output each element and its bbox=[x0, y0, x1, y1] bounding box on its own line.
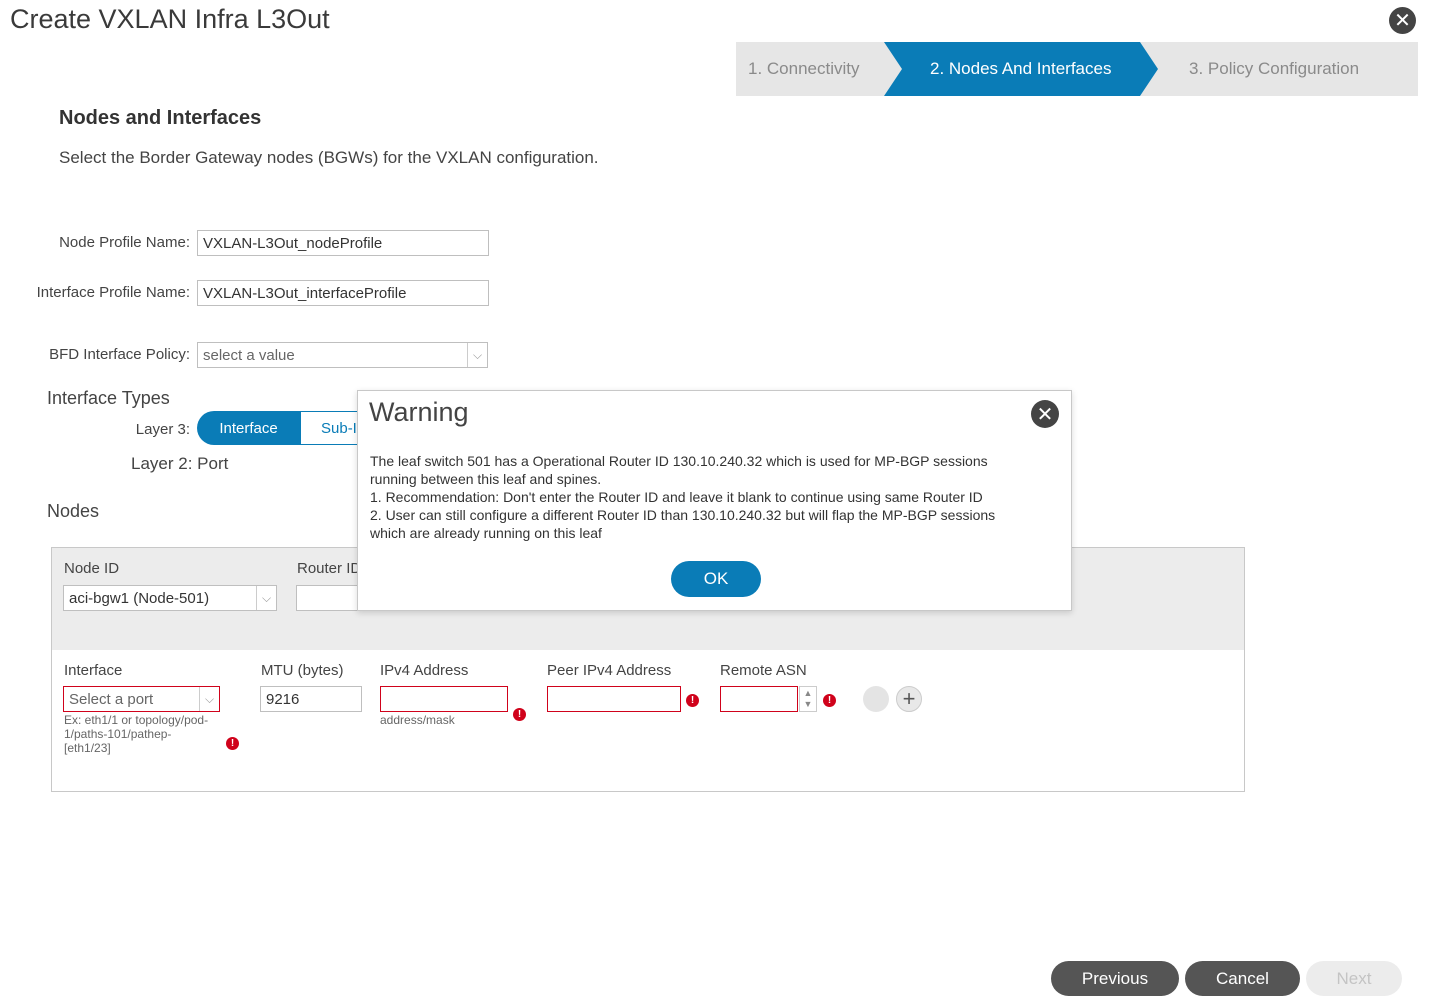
cancel-button[interactable]: Cancel bbox=[1185, 961, 1300, 996]
remote-asn-label: Remote ASN bbox=[720, 662, 807, 679]
error-icon: ! bbox=[513, 708, 526, 721]
interface-hint-line: Ex: eth1/1 or topology/pod- bbox=[64, 713, 209, 727]
warning-title: Warning bbox=[369, 397, 469, 427]
interface-hint-line: 1/paths-101/pathep- bbox=[64, 727, 172, 741]
mtu-input[interactable]: 9216 bbox=[260, 686, 362, 712]
wizard-step-nodes-and-interfaces[interactable]: 2. Nodes And Interfaces bbox=[884, 42, 1158, 96]
section-description: Select the Border Gateway nodes (BGWs) f… bbox=[59, 148, 599, 167]
bfd-policy-label: BFD Interface Policy: bbox=[49, 346, 190, 363]
router-id-input[interactable] bbox=[296, 585, 366, 611]
warning-line: which are already running on this leaf bbox=[370, 525, 602, 541]
warning-message: The leaf switch 501 has a Operational Ro… bbox=[370, 452, 1060, 542]
dialog-title: Create VXLAN Infra L3Out bbox=[10, 4, 330, 34]
mtu-label: MTU (bytes) bbox=[261, 662, 344, 679]
chevron-down-icon[interactable]: ▼ bbox=[804, 699, 813, 710]
chevron-down-icon: ⌵ bbox=[256, 586, 276, 610]
interface-types-title: Interface Types bbox=[47, 388, 170, 408]
nodes-title: Nodes bbox=[47, 501, 100, 521]
warning-line: 1. Recommendation: Don't enter the Route… bbox=[370, 489, 983, 505]
error-icon: ! bbox=[226, 737, 239, 750]
router-id-label: Router ID bbox=[297, 560, 362, 577]
interface-profile-label: Interface Profile Name: bbox=[36, 284, 190, 301]
mtu-value: 9216 bbox=[266, 690, 300, 708]
chevron-down-icon: ⌵ bbox=[199, 687, 219, 711]
node-profile-label: Node Profile Name: bbox=[59, 234, 190, 251]
add-row-icon[interactable]: + bbox=[896, 686, 922, 712]
wizard-steps: 1. Connectivity 2. Nodes And Interfaces … bbox=[736, 42, 1418, 96]
warning-line: running between this leaf and spines. bbox=[370, 471, 602, 487]
peer-ipv4-label: Peer IPv4 Address bbox=[547, 662, 672, 679]
previous-button[interactable]: Previous bbox=[1051, 961, 1179, 996]
asn-stepper[interactable]: ▲ ▼ bbox=[799, 686, 817, 712]
interface-hint-line: [eth1/23] bbox=[64, 741, 111, 755]
wizard-step-policy-configuration[interactable]: 3. Policy Configuration bbox=[1189, 42, 1359, 96]
bfd-policy-select[interactable]: select a value ⌵ bbox=[197, 342, 488, 368]
remote-asn-input[interactable] bbox=[720, 686, 798, 712]
bfd-policy-value: select a value bbox=[203, 346, 295, 364]
node-profile-value: VXLAN-L3Out_nodeProfile bbox=[203, 234, 383, 252]
warning-line: The leaf switch 501 has a Operational Ro… bbox=[370, 453, 988, 469]
error-icon: ! bbox=[823, 694, 836, 707]
section-title: Nodes and Interfaces bbox=[59, 107, 262, 129]
warning-line: 2. User can still configure a different … bbox=[370, 507, 996, 523]
ipv4-input[interactable] bbox=[380, 686, 508, 712]
error-icon: ! bbox=[686, 694, 699, 707]
interface-profile-input[interactable]: VXLAN-L3Out_interfaceProfile bbox=[197, 280, 489, 306]
node-profile-input[interactable]: VXLAN-L3Out_nodeProfile bbox=[197, 230, 489, 256]
node-id-select[interactable]: aci-bgw1 (Node-501) ⌵ bbox=[63, 585, 277, 611]
wizard-step-connectivity[interactable]: 1. Connectivity bbox=[748, 42, 860, 96]
chevron-down-icon: ⌵ bbox=[467, 343, 487, 367]
ipv4-hint: address/mask bbox=[380, 713, 455, 727]
node-id-label: Node ID bbox=[64, 560, 120, 577]
next-button[interactable]: Next bbox=[1306, 961, 1402, 996]
layer3-option-interface[interactable]: Interface bbox=[197, 411, 300, 445]
ipv4-label: IPv4 Address bbox=[380, 662, 469, 679]
warning-dialog: Warning ✕ The leaf switch 501 has a Oper… bbox=[357, 390, 1072, 611]
ok-button[interactable]: OK bbox=[671, 561, 761, 597]
remove-row-button[interactable] bbox=[863, 686, 889, 712]
peer-ipv4-input[interactable] bbox=[547, 686, 681, 712]
close-icon[interactable]: ✕ bbox=[1031, 400, 1059, 428]
interface-label: Interface bbox=[64, 662, 123, 679]
layer3-label: Layer 3: bbox=[135, 421, 190, 438]
interface-hint: Ex: eth1/1 or topology/pod- 1/paths-101/… bbox=[64, 713, 208, 755]
chevron-up-icon[interactable]: ▲ bbox=[804, 688, 813, 699]
interface-select[interactable]: Select a port ⌵ bbox=[63, 686, 220, 712]
interface-placeholder: Select a port bbox=[69, 690, 154, 708]
close-icon[interactable]: ✕ bbox=[1389, 7, 1416, 34]
interface-profile-value: VXLAN-L3Out_interfaceProfile bbox=[203, 284, 407, 302]
node-id-value: aci-bgw1 (Node-501) bbox=[69, 589, 210, 607]
layer2-text: Layer 2: Port bbox=[131, 454, 229, 473]
